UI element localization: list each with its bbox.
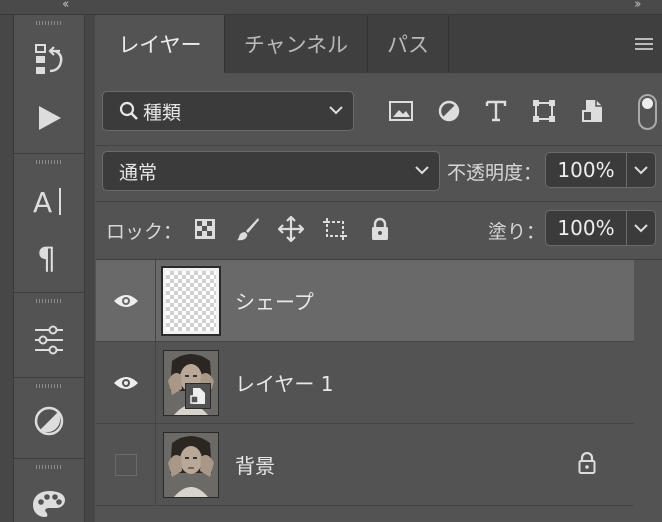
grip-handle[interactable] xyxy=(36,384,62,388)
blend-mode-value: 通常 xyxy=(119,161,158,184)
visibility-toggle[interactable] xyxy=(96,260,156,341)
contrast-icon[interactable] xyxy=(32,404,66,438)
grip-handle[interactable] xyxy=(36,299,62,303)
layer-row[interactable]: 背景 xyxy=(96,424,634,506)
search-icon xyxy=(119,101,138,120)
chevron-down-icon xyxy=(634,224,648,233)
play-icon[interactable] xyxy=(32,101,66,135)
tool-group-swatch xyxy=(14,459,84,522)
visibility-off-box xyxy=(114,453,137,476)
paragraph-icon[interactable]: ¶ xyxy=(32,240,66,274)
shape-filter-icon[interactable] xyxy=(531,98,557,124)
adjustments-icon[interactable] xyxy=(32,323,66,357)
tool-group-type: A ¶ xyxy=(14,154,84,293)
layer-thumbnail xyxy=(163,350,219,416)
lock-position-icon[interactable] xyxy=(278,216,304,242)
history-icon[interactable] xyxy=(32,43,66,77)
smart-object-badge-icon xyxy=(185,383,211,409)
layer-list-scrollbar[interactable] xyxy=(634,260,662,522)
lock-label: ロック： xyxy=(106,221,183,243)
lock-all-icon[interactable] xyxy=(367,216,393,242)
collapse-right-icon[interactable]: ›› xyxy=(634,0,642,12)
grip-handle[interactable] xyxy=(36,21,62,25)
opacity-label: 不透明度： xyxy=(447,162,543,184)
lock-artboard-icon[interactable] xyxy=(322,216,348,242)
fill-dropdown[interactable] xyxy=(627,210,656,246)
chevron-down-icon xyxy=(415,166,429,175)
layer-row[interactable]: シェープ xyxy=(96,260,634,342)
layer-thumbnail xyxy=(163,432,219,498)
svg-text:A: A xyxy=(33,186,52,217)
layer-name: シェープ xyxy=(235,290,314,314)
dock-gap xyxy=(85,15,95,522)
tool-group-actions xyxy=(14,15,84,154)
collapse-left-icon[interactable]: ‹‹ xyxy=(62,0,70,12)
fill-label: 塗り： xyxy=(488,221,546,243)
portrait-thumbnail-image xyxy=(164,433,218,497)
palette-icon[interactable] xyxy=(32,487,66,521)
layer-row[interactable]: レイヤー 1 xyxy=(96,342,634,424)
grip-handle[interactable] xyxy=(36,160,62,164)
eye-icon xyxy=(113,294,138,307)
lock-image-pixels-icon[interactable] xyxy=(235,216,261,242)
tab-channels[interactable]: チャンネル xyxy=(225,15,368,73)
filter-kind-select[interactable]: 種類 xyxy=(102,91,354,131)
panel-tab-bar: レイヤー チャンネル パス xyxy=(96,15,662,73)
layer-name: レイヤー 1 xyxy=(235,372,334,396)
fill-input[interactable]: 100% xyxy=(545,210,627,246)
type-filter-icon[interactable] xyxy=(483,98,509,124)
tab-paths[interactable]: パス xyxy=(368,15,449,73)
blend-mode-select[interactable]: 通常 xyxy=(102,151,440,191)
grip-handle[interactable] xyxy=(36,465,62,469)
opacity-dropdown[interactable] xyxy=(627,152,656,188)
chevron-down-icon xyxy=(634,166,648,175)
lock-transparent-pixels-icon[interactable] xyxy=(192,216,218,242)
pixel-layer-filter-icon[interactable] xyxy=(388,98,414,124)
lock-icon xyxy=(578,452,596,474)
layers-panel: レイヤー チャンネル パス 種類 通常 不透明度： 100% ロック： 塗り： … xyxy=(96,15,662,522)
filter-toggle-switch[interactable] xyxy=(638,94,657,130)
tool-group-style xyxy=(14,378,84,459)
adjustment-filter-icon[interactable] xyxy=(436,98,462,124)
tab-layers[interactable]: レイヤー xyxy=(96,15,225,73)
left-dock-strip xyxy=(0,15,14,522)
layer-thumbnail xyxy=(161,266,221,336)
svg-text:¶: ¶ xyxy=(37,242,56,273)
panel-dock-header: ‹‹ ›› xyxy=(0,0,662,15)
character-icon[interactable]: A xyxy=(32,184,66,218)
smart-object-filter-icon[interactable] xyxy=(580,98,606,124)
visibility-toggle[interactable] xyxy=(96,342,156,423)
tool-group-adjust xyxy=(14,293,84,378)
panel-menu-icon[interactable] xyxy=(635,38,653,50)
visibility-toggle[interactable] xyxy=(96,424,156,505)
layer-name: 背景 xyxy=(235,454,275,478)
chevron-down-icon xyxy=(329,106,343,115)
opacity-input[interactable]: 100% xyxy=(545,152,627,188)
eye-icon xyxy=(113,376,138,389)
panel-icon-column: A ¶ xyxy=(14,15,85,522)
filter-kind-label: 種類 xyxy=(143,101,182,124)
divider xyxy=(96,201,662,202)
divider xyxy=(96,145,662,146)
